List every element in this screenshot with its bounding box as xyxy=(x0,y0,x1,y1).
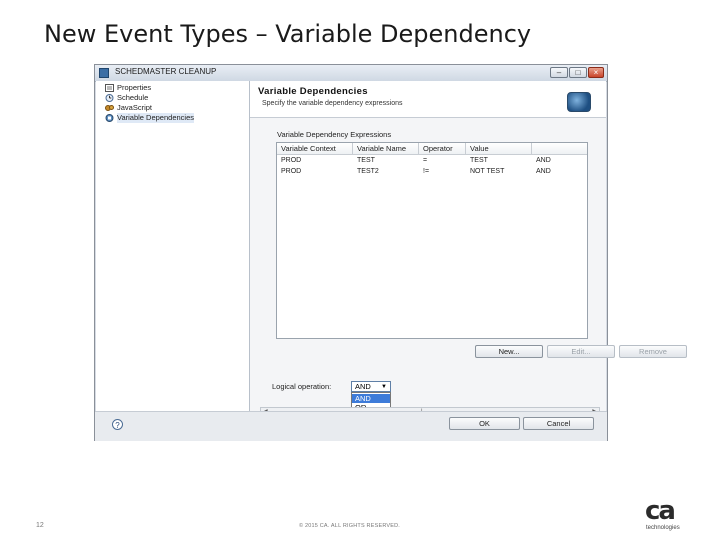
tree-item-schedule[interactable]: Schedule xyxy=(105,93,149,103)
remove-button[interactable]: Remove xyxy=(619,345,687,358)
logo-text: technologies xyxy=(646,525,680,531)
tree-item-label: Properties xyxy=(117,83,152,92)
group-label: Variable Dependency Expressions xyxy=(276,130,393,139)
cell-value: NOT TEST xyxy=(470,168,505,175)
maximize-button[interactable]: □ xyxy=(569,67,587,78)
ok-button[interactable]: OK xyxy=(449,417,520,430)
globe-icon xyxy=(567,92,591,112)
ca-technologies-logo: ca technologies xyxy=(641,498,687,534)
copyright-text: © 2015 CA. ALL RIGHTS RESERVED. xyxy=(299,523,401,529)
window-titlebar: SCHEDMASTER CLEANUP – □ × xyxy=(95,65,607,82)
variable-dependencies-icon xyxy=(105,114,114,122)
help-icon[interactable]: ? xyxy=(112,419,123,430)
logo-mark: ca xyxy=(645,496,676,526)
logical-operation-label: Logical operation: xyxy=(272,382,332,391)
cell-logic: AND xyxy=(536,168,551,175)
properties-icon xyxy=(105,84,114,92)
cancel-button[interactable]: Cancel xyxy=(523,417,594,430)
minimize-button[interactable]: – xyxy=(550,67,568,78)
cell-logic: AND xyxy=(536,157,551,164)
cell-value: TEST xyxy=(470,157,488,164)
panel-header: Variable Dependencies Specify the variab… xyxy=(250,81,606,118)
cell-operator: = xyxy=(423,157,428,164)
column-header-variable-context[interactable]: Variable Context xyxy=(277,143,353,155)
tree-item-javascript[interactable]: JavaScript xyxy=(105,103,153,113)
panel-title: Variable Dependencies xyxy=(258,86,368,97)
javascript-icon xyxy=(105,105,114,111)
column-header-variable-name[interactable]: Variable Name xyxy=(353,143,419,155)
window-title: SCHEDMASTER CLEANUP xyxy=(115,67,217,76)
select-value: AND xyxy=(355,382,371,391)
cell-variable-name: TEST xyxy=(357,157,375,164)
tree-item-variable-dependencies[interactable]: Variable Dependencies xyxy=(105,113,194,123)
cell-variable-name: TEST2 xyxy=(357,168,379,175)
page-number: 12 xyxy=(36,522,44,529)
dropdown-option-and[interactable]: AND xyxy=(352,394,390,403)
schedule-icon xyxy=(105,94,114,102)
cell-variable-context: PROD xyxy=(281,168,302,175)
panel-subtitle: Specify the variable dependency expressi… xyxy=(262,100,403,107)
tree-item-label: Variable Dependencies xyxy=(117,113,194,122)
chevron-down-icon[interactable]: ▼ xyxy=(381,383,387,392)
slide-title: New Event Types – Variable Dependency xyxy=(44,20,532,48)
edit-button[interactable]: Edit... xyxy=(547,345,615,358)
tree-item-label: JavaScript xyxy=(117,103,153,112)
navigation-tree: Properties Schedule JavaScript Variable … xyxy=(96,81,250,411)
expressions-table[interactable]: Variable Context Variable Name Operator … xyxy=(276,142,588,339)
tree-item-label: Schedule xyxy=(117,93,149,102)
tree-item-properties[interactable]: Properties xyxy=(105,83,152,93)
logical-operation-select[interactable]: AND ▼ xyxy=(351,381,391,392)
cell-operator: != xyxy=(423,168,430,175)
column-header-value[interactable]: Value xyxy=(466,143,532,155)
cell-variable-context: PROD xyxy=(281,157,302,164)
dialog-window: SCHEDMASTER CLEANUP – □ × Properties Sch… xyxy=(94,64,687,441)
column-header-operator[interactable]: Operator xyxy=(419,143,466,155)
content-panel: Variable Dependencies Specify the variab… xyxy=(250,81,687,417)
close-button[interactable]: × xyxy=(588,67,604,78)
new-button[interactable]: New... xyxy=(475,345,543,358)
dialog-footer: ? OK Cancel xyxy=(95,411,607,441)
column-header-logic xyxy=(532,143,587,155)
app-icon xyxy=(99,68,109,78)
